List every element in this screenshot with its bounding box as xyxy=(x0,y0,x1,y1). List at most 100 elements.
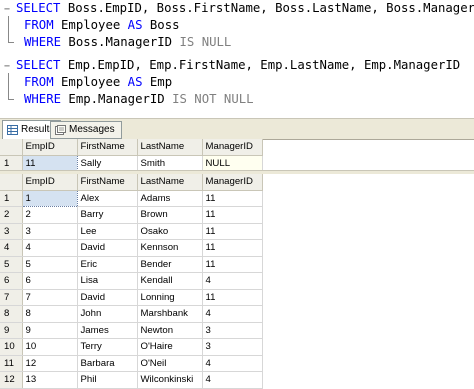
grid-cell[interactable]: 3 xyxy=(22,223,78,240)
messages-icon xyxy=(55,125,66,135)
keyword: WHERE xyxy=(24,92,62,106)
grid-cell[interactable]: Osako xyxy=(137,223,203,240)
row-number[interactable]: 12 xyxy=(0,371,23,389)
query-line[interactable]: WHERE Boss.ManagerID IS NULL xyxy=(24,34,231,52)
code-text: Employee xyxy=(53,18,128,32)
table-row[interactable]: 2 2 Barry Brown 11 xyxy=(0,206,263,224)
row-number[interactable]: 11 xyxy=(0,355,23,372)
table-row[interactable]: 9 9 James Newton 3 xyxy=(0,322,263,339)
grid-cell[interactable]: 2 xyxy=(22,206,78,224)
column-header[interactable]: EmpID xyxy=(22,139,78,156)
grid-cell[interactable]: 3 xyxy=(202,322,263,339)
result-grid-1[interactable]: EmpID FirstName LastName ManagerID 1 11 … xyxy=(0,139,263,172)
table-row[interactable]: 11 12 Barbara O'Neil 4 xyxy=(0,355,263,372)
grid-cell[interactable]: Phil xyxy=(77,371,138,389)
column-header[interactable]: ManagerID xyxy=(202,174,263,191)
grid-cell[interactable]: Barbara xyxy=(77,355,138,372)
row-number[interactable]: 9 xyxy=(0,322,23,339)
grid-cell[interactable]: Kendall xyxy=(137,272,203,290)
grid-cell[interactable]: O'Neil xyxy=(137,355,203,372)
grid-cell[interactable]: 4 xyxy=(22,239,78,257)
query-line[interactable]: FROM Employee AS Emp xyxy=(24,74,172,92)
grid-cell[interactable]: 11 xyxy=(202,289,263,306)
keyword: SELECT xyxy=(16,1,61,15)
grid-cell[interactable]: James xyxy=(77,322,138,339)
table-row[interactable]: 5 5 Eric Bender 11 xyxy=(0,256,263,273)
row-number[interactable]: 6 xyxy=(0,272,23,290)
grid-cell[interactable]: 6 xyxy=(22,272,78,290)
table-row[interactable]: 8 8 John Marshbank 4 xyxy=(0,305,263,323)
outline-end xyxy=(8,99,14,100)
grid-cell[interactable]: Marshbank xyxy=(137,305,203,323)
result-grid-2[interactable]: EmpID FirstName LastName ManagerID 1 1 Ale… xyxy=(0,174,263,389)
code-text: Emp.EmpID, Emp.FirstName, Emp.LastName, … xyxy=(60,58,461,72)
code-text: Emp xyxy=(142,75,173,89)
row-number[interactable]: 4 xyxy=(0,239,23,257)
table-row[interactable]: 4 4 David Kennson 11 xyxy=(0,239,263,257)
grid-cell[interactable]: 4 xyxy=(202,355,263,372)
query-line[interactable]: SELECT Emp.EmpID, Emp.FirstName, Emp.Las… xyxy=(16,57,460,75)
grid-cell[interactable]: 8 xyxy=(22,305,78,323)
results-tab-bar: Results Messages xyxy=(0,118,474,140)
grid-cell[interactable]: 12 xyxy=(22,355,78,372)
column-header[interactable]: ManagerID xyxy=(202,139,263,156)
column-header[interactable]: LastName xyxy=(137,174,203,191)
column-header[interactable]: FirstName xyxy=(77,174,138,191)
grid-cell[interactable]: 11 xyxy=(202,206,263,224)
column-header[interactable]: LastName xyxy=(137,139,203,156)
table-row[interactable]: 7 7 David Lonning 11 xyxy=(0,289,263,306)
row-number[interactable]: 5 xyxy=(0,256,23,273)
grid-cell[interactable]: Newton xyxy=(137,322,203,339)
header-row: EmpID FirstName LastName ManagerID xyxy=(0,139,263,156)
grid-cell[interactable]: Wilconkinski xyxy=(137,371,203,389)
grid-cell[interactable]: 11 xyxy=(202,190,263,207)
grid-cell[interactable]: Adams xyxy=(137,190,203,207)
query-line[interactable]: WHERE Emp.ManagerID IS NOT NULL xyxy=(24,91,254,109)
grid-cell[interactable]: Lee xyxy=(77,223,138,240)
grid-cell[interactable]: Kennson xyxy=(137,239,203,257)
grid-cell[interactable]: 11 xyxy=(202,239,263,257)
grid-icon xyxy=(7,125,18,135)
grid-cell[interactable]: 4 xyxy=(202,371,263,389)
tab-label: Messages xyxy=(69,124,115,135)
row-number[interactable]: 8 xyxy=(0,305,23,323)
header-row: EmpID FirstName LastName ManagerID xyxy=(0,174,263,191)
table-row[interactable]: 6 6 Lisa Kendall 4 xyxy=(0,272,263,290)
tab-messages[interactable]: Messages xyxy=(50,121,122,139)
grid-cell[interactable]: Alex xyxy=(77,190,138,207)
column-header[interactable]: EmpID xyxy=(22,174,78,191)
grid-cell[interactable]: 1 xyxy=(21,189,78,207)
grid-cell[interactable]: 13 xyxy=(22,371,78,389)
code-text: Emp.ManagerID xyxy=(61,92,173,106)
grid-cell[interactable]: Eric xyxy=(77,256,138,273)
grid-cell[interactable]: 9 xyxy=(22,322,78,339)
query-line[interactable]: FROM Employee AS Boss xyxy=(24,17,180,35)
grid-cell[interactable]: 5 xyxy=(22,256,78,273)
grid-cell[interactable]: 11 xyxy=(202,256,263,273)
grid-cell[interactable]: 4 xyxy=(202,272,263,290)
column-header[interactable]: FirstName xyxy=(77,139,138,156)
sql-editor[interactable]: − − SELECT Boss.EmpID, Boss.FirstName, B… xyxy=(0,0,474,116)
grid-cell[interactable]: John xyxy=(77,305,138,323)
grid-cell[interactable]: Lonning xyxy=(137,289,203,306)
table-row[interactable]: 3 3 Lee Osako 11 xyxy=(0,223,263,240)
grid-cell[interactable]: Lisa xyxy=(77,272,138,290)
grid-cell[interactable]: Bender xyxy=(137,256,203,273)
query-line[interactable]: SELECT Boss.EmpID, Boss.FirstName, Boss.… xyxy=(16,0,474,18)
row-number[interactable]: 2 xyxy=(0,206,23,224)
outline-end xyxy=(8,42,14,43)
corner-cell xyxy=(0,174,23,191)
grid-cell[interactable]: David xyxy=(77,239,138,257)
table-row[interactable]: 1 1 Alex Adams 11 xyxy=(0,189,263,207)
row-number[interactable]: 7 xyxy=(0,289,23,306)
grid-cell[interactable]: 4 xyxy=(202,305,263,323)
outline-bar xyxy=(8,16,9,42)
row-number[interactable]: 1 xyxy=(0,190,23,207)
grid-cell[interactable]: 7 xyxy=(22,289,78,306)
row-number[interactable]: 3 xyxy=(0,223,23,240)
grid-cell[interactable]: 11 xyxy=(202,223,263,240)
grid-cell[interactable]: Brown xyxy=(137,206,203,224)
grid-cell[interactable]: Barry xyxy=(77,206,138,224)
table-row[interactable]: 12 13 Phil Wilconkinski 4 xyxy=(0,371,263,389)
grid-cell[interactable]: David xyxy=(77,289,138,306)
